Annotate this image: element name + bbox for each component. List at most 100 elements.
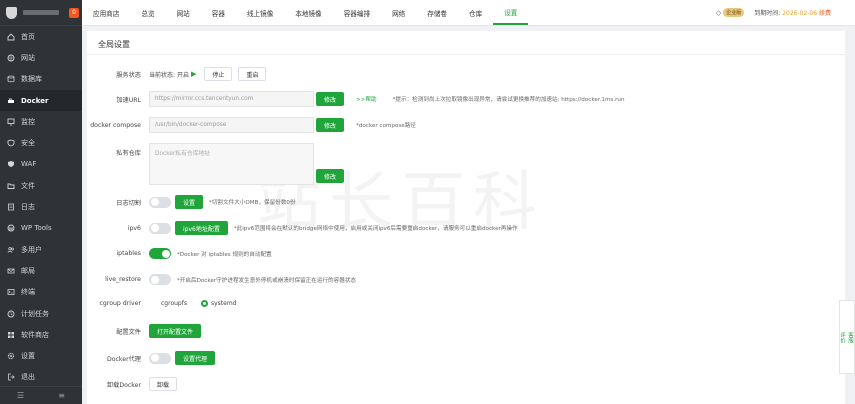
users-icon <box>7 246 15 254</box>
top-nav: 应用商店 总览 网站 容器 线上镜像 本地镜像 容器编排 网络 存储卷 仓库 设置 ◇ 企业版 到期… <box>82 0 855 26</box>
compose-modify-button[interactable]: 修改 <box>316 118 345 132</box>
terminal-icon <box>7 288 15 296</box>
compose-path-input[interactable]: /usr/bin/docker-compose <box>149 117 314 133</box>
sidebar-item-waf[interactable]: WAF <box>0 154 82 175</box>
mirror-row: 加速URL https://mirror.ccs.tencentyun.com … <box>87 91 625 107</box>
ipv6-hint: *此ipv6范围将会在默认的bridge网络中使用，启用或关闭ipv6后需要重启… <box>233 226 518 232</box>
clock-icon <box>7 310 15 318</box>
tab-10[interactable]: 设置 <box>493 0 529 25</box>
expire-label: 到期时间: <box>754 10 781 17</box>
ipv6-toggle[interactable] <box>149 222 171 234</box>
registry-textarea[interactable]: Docker私有仓库地址 <box>149 143 314 185</box>
live-restore-row: live_restore *开启后Docker守护进程发生意外停机或崩溃时保留正… <box>87 274 356 285</box>
compose-label: docker compose <box>90 121 141 129</box>
menu-list-icon[interactable]: ≡ <box>58 391 65 400</box>
config-file-row: 配置文件 打开配置文件 <box>87 324 202 338</box>
logo-shield-icon <box>6 6 17 19</box>
pro-label: 企业版 <box>723 8 745 17</box>
sidebar-item-设置[interactable]: 设置 <box>0 345 82 366</box>
mirror-hint: *提示：检测到尚上次拉取镜像出现异常，请尝试更换推荐的加速站: https://… <box>392 97 625 103</box>
tab-8[interactable]: 存储卷 <box>416 0 458 25</box>
proxy-setting-button[interactable]: 设置代理 <box>175 351 216 365</box>
sidebar-item-label: 计划任务 <box>21 309 49 318</box>
sidebar-item-多用户[interactable]: 多用户 <box>0 239 82 260</box>
restart-button[interactable]: 重启 <box>238 67 267 81</box>
iptables-label: iptables <box>116 250 141 257</box>
renew-link[interactable]: 续费 <box>819 10 831 17</box>
cgroup-label: cgroup driver <box>99 300 141 307</box>
sidebar-item-终端[interactable]: 终端 <box>0 282 82 303</box>
tab-5[interactable]: 本地镜像 <box>284 0 332 25</box>
float-service-panel: 客服 评价 <box>839 300 855 374</box>
play-icon: ▶ <box>191 70 197 78</box>
service-link[interactable]: 客服 <box>846 332 854 343</box>
tab-1[interactable]: 总览 <box>130 0 165 25</box>
tab-4[interactable]: 线上镜像 <box>236 0 284 25</box>
notification-badge[interactable]: 0 <box>69 7 79 18</box>
sidebar-item-wp-tools[interactable]: WP Tools <box>0 218 82 239</box>
mirror-input[interactable]: https://mirror.ccs.tencentyun.com <box>149 91 314 107</box>
sidebar-item-网站[interactable]: 网站 <box>0 47 82 68</box>
log-cut-toggle[interactable] <box>149 196 171 208</box>
sidebar-item-首页[interactable]: 首页 <box>0 26 82 47</box>
proxy-toggle[interactable] <box>149 352 171 364</box>
live-restore-toggle[interactable] <box>149 274 171 285</box>
rate-link[interactable]: 评价 <box>838 332 846 343</box>
log-cut-row: 日志切割 设置 *切割文件大小OMB，保留份数0份 <box>87 195 296 209</box>
sidebar-item-label: 安全 <box>21 139 35 148</box>
shield-icon <box>7 139 15 147</box>
host-name <box>23 10 59 15</box>
sidebar-item-数据库[interactable]: 数据库 <box>0 69 82 90</box>
open-config-button[interactable]: 打开配置文件 <box>149 324 202 338</box>
tab-0[interactable]: 应用商店 <box>82 0 130 25</box>
tab-2[interactable]: 网站 <box>166 0 201 25</box>
sidebar-item-软件商店[interactable]: 软件商店 <box>0 324 82 345</box>
live-restore-hint: *开启后Docker守护进程发生意外停机或崩溃时保留正在运行的容器状态 <box>177 277 357 284</box>
cgroupfs-radio[interactable]: cgroupfs <box>161 300 187 307</box>
uninstall-row: 卸载Docker 卸载 <box>87 377 178 391</box>
sidebar-item-安全[interactable]: 安全 <box>0 132 82 153</box>
sidebar-item-监控[interactable]: 监控 <box>0 111 82 132</box>
tab-9[interactable]: 仓库 <box>458 0 493 25</box>
tab-6[interactable]: 容器编排 <box>333 0 381 25</box>
uninstall-label: 卸载Docker <box>106 381 141 389</box>
registry-label: 私有仓库 <box>116 150 141 157</box>
sidebar-item-label: 邮局 <box>21 266 35 275</box>
sidebar-item-docker[interactable]: Docker <box>0 89 82 112</box>
sidebar-item-label: 终端 <box>21 288 35 297</box>
iptables-toggle[interactable] <box>149 248 171 259</box>
cgroup-row: cgroup driver cgroupfs systemd <box>87 300 250 307</box>
tab-7[interactable]: 网络 <box>381 0 416 25</box>
stop-button[interactable]: 停止 <box>204 67 233 81</box>
sidebar-item-退出[interactable]: 退出 <box>0 367 82 388</box>
sidebar-item-label: WAF <box>21 160 37 169</box>
sidebar-item-计划任务[interactable]: 计划任务 <box>0 303 82 324</box>
ipv6-config-button[interactable]: ipv6地址配置 <box>175 221 228 235</box>
sidebar-bottom: ☰ ≡ <box>0 386 82 404</box>
live-restore-label: live_restore <box>105 276 141 283</box>
collapse-icon[interactable]: ☰ <box>17 391 24 400</box>
tab-3[interactable]: 容器 <box>201 0 236 25</box>
systemd-radio[interactable]: systemd <box>200 300 236 307</box>
mirror-modify-button[interactable]: 修改 <box>316 92 345 106</box>
sidebar-item-label: Docker <box>21 96 49 105</box>
uninstall-button[interactable]: 卸载 <box>149 377 178 391</box>
help-link[interactable]: >>帮助 <box>356 95 377 103</box>
settings-panel: 站长百科 全局设置 服务状态 当前状态: 开启 ▶ 停止 重启 加速URL ht… <box>87 31 845 404</box>
docker-icon <box>7 97 15 105</box>
sidebar-item-文件[interactable]: 文件 <box>0 175 82 196</box>
sidebar-item-日志[interactable]: 日志 <box>0 196 82 217</box>
service-status-label: 服务状态 <box>116 71 141 79</box>
folder-icon <box>7 182 15 190</box>
sidebar-item-label: 退出 <box>21 373 35 382</box>
log-cut-setting-button[interactable]: 设置 <box>175 195 204 209</box>
sidebar-item-邮局[interactable]: 邮局 <box>0 260 82 281</box>
status-value: 开启 <box>177 71 190 79</box>
pro-badge[interactable]: ◇ 企业版 <box>716 8 745 17</box>
radio-selected-icon <box>200 300 208 307</box>
config-file-label: 配置文件 <box>116 328 141 336</box>
wordpress-icon <box>7 224 15 232</box>
compose-hint: *docker compose路径 <box>356 123 416 129</box>
iptables-row: iptables *Docker 对 iptables 规则的自动配置 <box>87 248 272 259</box>
registry-modify-button[interactable]: 修改 <box>316 169 345 183</box>
